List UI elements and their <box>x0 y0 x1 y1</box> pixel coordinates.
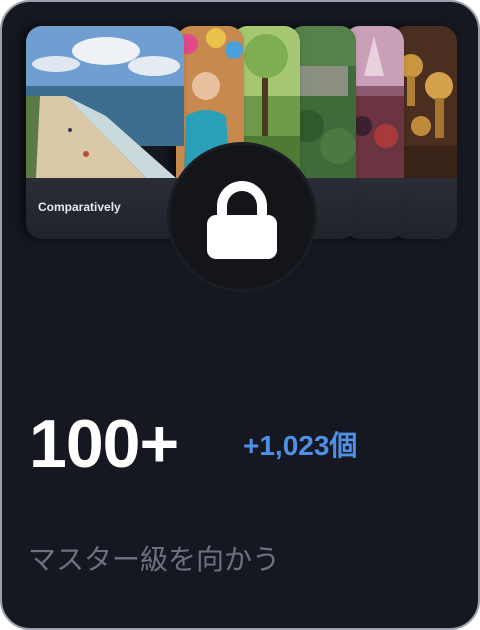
item-count: 100+ <box>29 406 179 482</box>
beach-image <box>26 26 184 178</box>
lock-badge <box>170 145 314 289</box>
image-panel-beach: Comparatively <box>26 26 184 239</box>
panel-label: Comparatively <box>38 200 121 214</box>
count-delta: +1,023個 <box>243 430 358 461</box>
locked-collection-card[interactable]: Comparatively 100+ +1,023個 マスター級を向かう <box>0 0 480 630</box>
card-subtitle: マスター級を向かう <box>28 544 281 575</box>
